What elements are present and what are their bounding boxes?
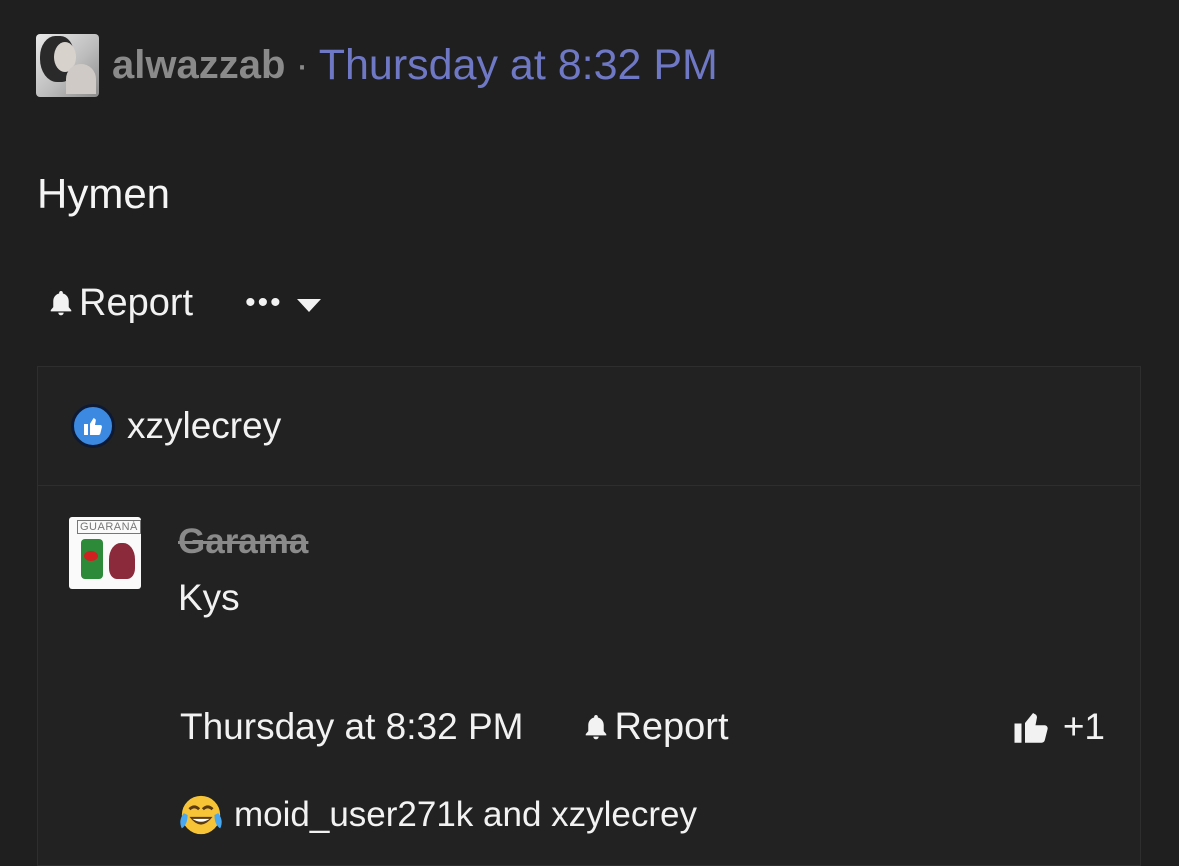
header-separator: · bbox=[295, 42, 309, 87]
post-header: alwazzab · Thursday at 8:32 PM bbox=[36, 33, 718, 97]
more-options-button[interactable]: ••• bbox=[245, 288, 321, 318]
thumbs-up-icon bbox=[1014, 713, 1048, 743]
likes-row: xzylecrey bbox=[38, 367, 1140, 486]
reaction-row: moid_user271k and xzylecrey bbox=[178, 792, 697, 838]
comment-timestamp[interactable]: Thursday at 8:32 PM bbox=[180, 706, 523, 748]
comment-like-button[interactable]: +1 bbox=[1011, 706, 1105, 748]
report-label: Report bbox=[79, 281, 194, 324]
bell-icon bbox=[50, 291, 72, 316]
crying-laughing-emoji-icon bbox=[180, 795, 222, 835]
bell-icon bbox=[586, 715, 607, 740]
comment-author[interactable]: Garama bbox=[178, 522, 308, 562]
comment-author-avatar[interactable]: GUARANÁ bbox=[69, 517, 141, 589]
reply-container: xzylecrey GUARANÁ Garama Kys Thursday at… bbox=[37, 366, 1141, 866]
comment-like-count: +1 bbox=[1062, 706, 1105, 747]
comment-report-button[interactable]: Report bbox=[580, 705, 729, 749]
author-avatar[interactable] bbox=[36, 33, 99, 97]
post-body: Hymen bbox=[37, 170, 171, 217]
post-actions: Report ••• bbox=[45, 278, 321, 328]
report-button[interactable]: Report bbox=[45, 282, 193, 325]
post-timestamp[interactable]: Thursday at 8:32 PM bbox=[319, 41, 718, 90]
avatar-brand-text: GUARANÁ bbox=[77, 520, 141, 534]
ellipsis-icon: ••• bbox=[245, 286, 283, 319]
post-author[interactable]: alwazzab bbox=[112, 43, 285, 88]
comment-meta: Thursday at 8:32 PM Report +1 bbox=[180, 702, 1105, 752]
comment-text: Kys bbox=[178, 577, 240, 618]
reaction-users[interactable]: moid_user271k and xzylecrey bbox=[234, 795, 697, 835]
comment-report-label: Report bbox=[614, 705, 729, 748]
thumbs-up-icon bbox=[71, 404, 115, 448]
chevron-down-icon bbox=[296, 298, 321, 312]
liker-name[interactable]: xzylecrey bbox=[127, 405, 281, 447]
